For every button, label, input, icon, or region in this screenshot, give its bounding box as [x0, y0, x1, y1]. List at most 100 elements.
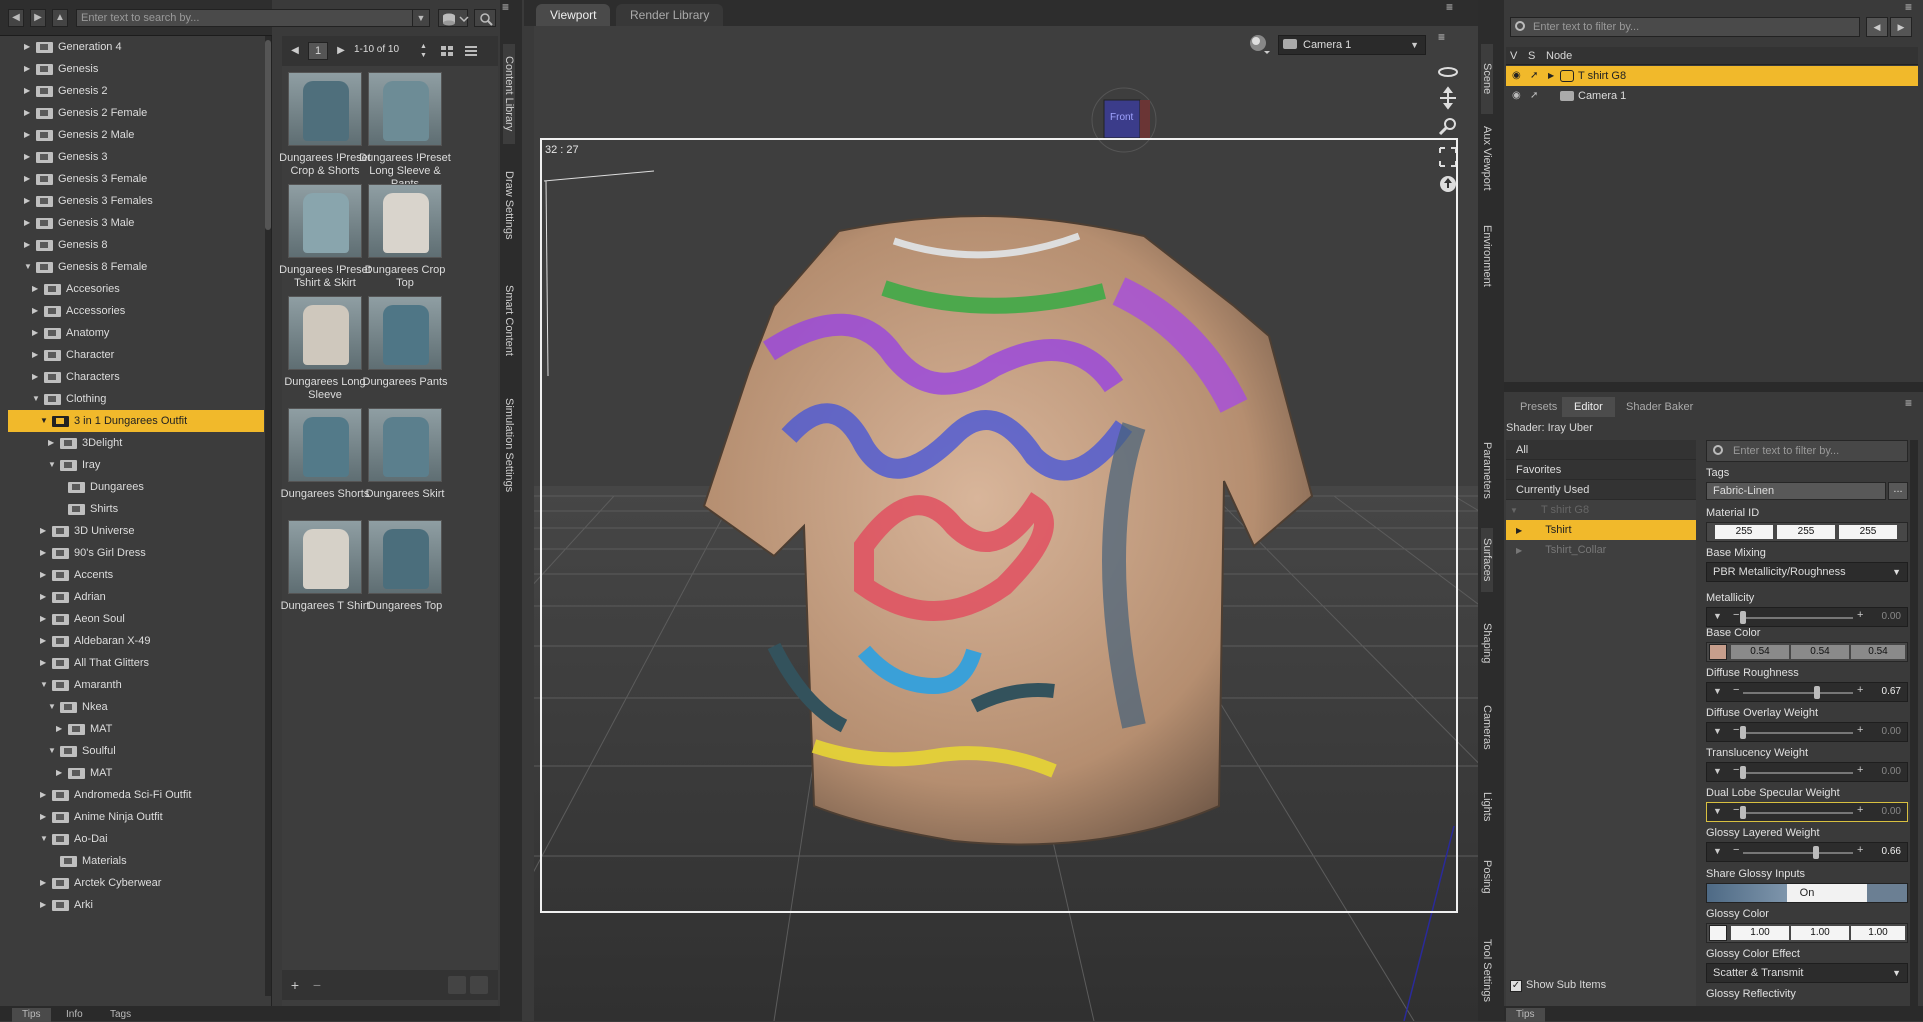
surface-node-root[interactable]: ▼ T shirt G8	[1506, 500, 1696, 520]
slider[interactable]: ▼ − +0.66	[1706, 842, 1908, 862]
tree-item[interactable]: ▶ Accessories	[8, 300, 264, 322]
plus-icon[interactable]: +	[1857, 764, 1863, 776]
tree-item[interactable]: ▶ All That Glitters	[8, 652, 264, 674]
tree-item[interactable]: ▶ Anatomy	[8, 322, 264, 344]
page-stepper-icon[interactable]: ▲ ▼	[420, 42, 430, 60]
slider-knob[interactable]	[1813, 686, 1820, 699]
render-preview-icon[interactable]	[1248, 33, 1272, 57]
tree-item[interactable]: ▶ Accents	[8, 564, 264, 586]
slider-value[interactable]: 0.66	[1882, 846, 1901, 857]
slider-menu-icon[interactable]: ▼	[1713, 611, 1722, 621]
expand-arrow-icon[interactable]: ▶	[24, 212, 34, 234]
content-thumbnail[interactable]	[288, 184, 362, 258]
tree-item[interactable]: ▶ Aldebaran X-49	[8, 630, 264, 652]
viewport-menu-icon[interactable]: ≡	[1446, 1, 1462, 18]
tab-tags[interactable]: Tags	[100, 1008, 141, 1022]
base-color-field[interactable]: 0.54 0.54 0.54	[1706, 642, 1908, 662]
search-icon[interactable]	[474, 9, 496, 27]
tab-shader-baker[interactable]: Shader Baker	[1614, 397, 1705, 417]
expand-arrow-icon[interactable]: ▶	[32, 344, 42, 366]
material-id-field[interactable]: 255 255 255	[1706, 522, 1908, 542]
expand-arrow-icon[interactable]: ▶	[40, 520, 50, 542]
material-id-b[interactable]: 255	[1839, 525, 1897, 539]
collapse-arrow-icon[interactable]: ▼	[48, 696, 58, 718]
slider-value[interactable]: 0.67	[1882, 686, 1901, 697]
tab-tips-right[interactable]: Tips	[1506, 1008, 1545, 1022]
glossy-color-r[interactable]: 1.00	[1731, 926, 1789, 940]
plus-icon[interactable]: +	[1857, 609, 1863, 621]
tree-item[interactable]: ▶ Character	[8, 344, 264, 366]
expand-arrow-icon[interactable]: ▶	[40, 564, 50, 586]
tree-item[interactable]: ▶ Genesis 2	[8, 80, 264, 102]
tree-item[interactable]: Materials	[8, 850, 264, 872]
collapse-arrow-icon[interactable]: ▼	[1506, 506, 1518, 515]
eye-icon[interactable]: ◉	[1512, 66, 1521, 86]
content-thumbnail[interactable]	[288, 296, 362, 370]
expand-arrow-icon[interactable]: ▶	[24, 80, 34, 102]
expand-arrow-icon[interactable]: ▶	[24, 190, 34, 212]
content-thumbnail[interactable]	[368, 184, 442, 258]
share-glossy-toggle[interactable]: On	[1706, 883, 1908, 903]
glossy-effect-select[interactable]: Scatter & Transmit ▼	[1706, 963, 1908, 983]
back-icon[interactable]: ◀	[8, 9, 24, 27]
collapse-arrow-icon[interactable]: ▼	[24, 256, 34, 278]
slider-track[interactable]	[1743, 692, 1853, 694]
tab-tool-settings[interactable]: Tool Settings	[1481, 930, 1493, 1010]
tab-scene[interactable]: Scene	[1481, 44, 1493, 114]
tree-item[interactable]: ▶ Arki	[8, 894, 264, 916]
prev-page-icon[interactable]: ◀	[286, 42, 304, 60]
tree-item[interactable]: ▼ Nkea	[8, 696, 264, 718]
minus-icon[interactable]: −	[1733, 804, 1739, 816]
tree-item[interactable]: ▶ Genesis 3 Male	[8, 212, 264, 234]
group-favorites[interactable]: Favorites	[1506, 460, 1696, 480]
forward-icon[interactable]: ▶	[30, 9, 46, 27]
collapse-arrow-icon[interactable]: ▼	[48, 740, 58, 762]
tab-aux-viewport[interactable]: Aux Viewport	[1481, 118, 1493, 198]
collapse-arrow-icon[interactable]: ▼	[40, 410, 50, 432]
tree-item[interactable]: ▶ MAT	[8, 718, 264, 740]
slider-menu-icon[interactable]: ▼	[1713, 686, 1722, 696]
column-selectable[interactable]: S	[1528, 50, 1535, 62]
settings-icon[interactable]	[470, 976, 488, 994]
tab-tips[interactable]: Tips	[12, 1008, 51, 1022]
slider[interactable]: ▼ − +0.00	[1706, 762, 1908, 782]
tree-item[interactable]: ▶ Generation 4	[8, 36, 264, 58]
plus-icon[interactable]: +	[1857, 684, 1863, 696]
column-visible[interactable]: V	[1510, 50, 1517, 62]
material-id-g[interactable]: 255	[1777, 525, 1835, 539]
tree-item[interactable]: ▶ Genesis	[8, 58, 264, 80]
expand-arrow-icon[interactable]: ▶	[40, 608, 50, 630]
tree-item[interactable]: ▶ Genesis 3	[8, 146, 264, 168]
tab-smart-content[interactable]: Smart Content	[503, 275, 515, 365]
slider-knob[interactable]	[1740, 806, 1746, 819]
expand-arrow-icon[interactable]: ▶	[40, 542, 50, 564]
property-filter-input[interactable]: Enter text to filter by...	[1706, 440, 1908, 462]
page-number[interactable]: 1	[308, 42, 328, 60]
expand-arrow-icon[interactable]: ▶	[32, 300, 42, 322]
content-thumbnail[interactable]	[368, 296, 442, 370]
database-icon[interactable]	[438, 9, 469, 27]
tab-shaping[interactable]: Shaping	[1481, 612, 1493, 674]
expand-arrow-icon[interactable]: ▶	[40, 630, 50, 652]
remove-icon[interactable]: −	[308, 976, 326, 994]
tree-item[interactable]: ▶ Anime Ninja Outfit	[8, 806, 264, 828]
tree-item[interactable]: ▶ 3Delight	[8, 432, 264, 454]
tab-lights[interactable]: Lights	[1481, 782, 1493, 832]
collapse-arrow-icon[interactable]: ▼	[40, 828, 50, 850]
expand-arrow-icon[interactable]: ▶	[40, 806, 50, 828]
tab-posing[interactable]: Posing	[1481, 852, 1493, 902]
base-mixing-select[interactable]: PBR Metallicity/Roughness ▼	[1706, 562, 1908, 582]
scene-next-icon[interactable]: ▶	[1890, 17, 1912, 37]
plus-icon[interactable]: +	[1857, 724, 1863, 736]
plus-icon[interactable]: +	[1857, 844, 1863, 856]
refresh-icon[interactable]	[448, 976, 466, 994]
tab-simulation-settings[interactable]: Simulation Settings	[503, 390, 515, 500]
tab-viewport[interactable]: Viewport	[536, 4, 611, 26]
expand-arrow-icon[interactable]: ▶	[40, 652, 50, 674]
slider[interactable]: ▼ − +0.00	[1706, 802, 1908, 822]
tab-render-library[interactable]: Render Library	[616, 4, 724, 26]
camera-select[interactable]: Camera 1 ▼	[1278, 35, 1426, 55]
minus-icon[interactable]: −	[1733, 764, 1739, 776]
slider-menu-icon[interactable]: ▼	[1713, 726, 1722, 736]
tab-parameters[interactable]: Parameters	[1481, 430, 1493, 510]
